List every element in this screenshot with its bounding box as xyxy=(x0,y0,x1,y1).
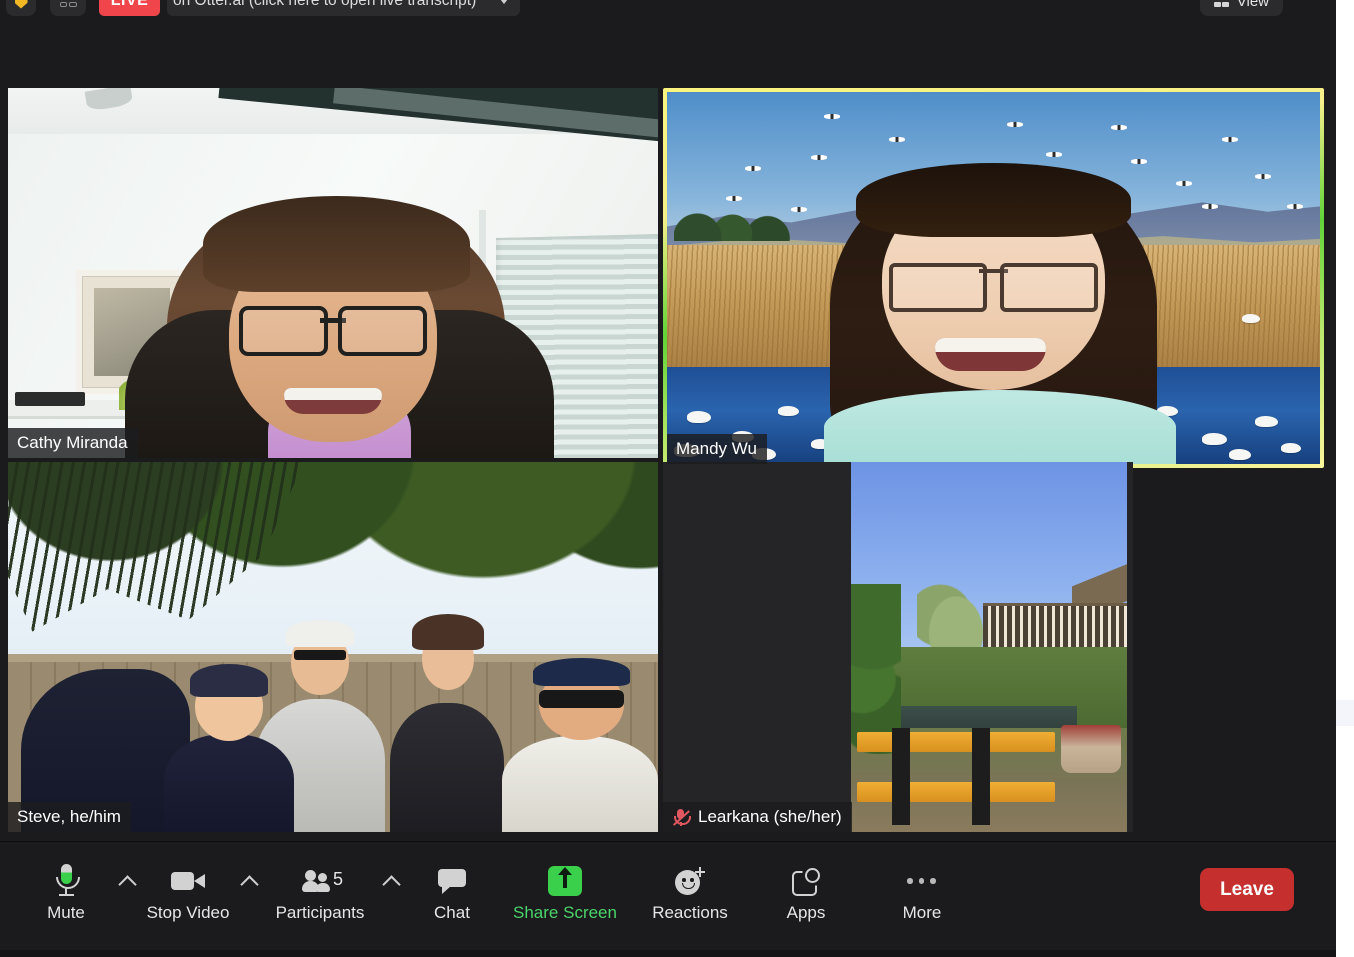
participants-button-label: Participants xyxy=(275,903,365,922)
zoom-meeting-window: LIVE on Otter.ai (click here to open liv… xyxy=(0,0,1336,957)
video-scene-snow-geese xyxy=(667,92,1320,464)
participant-name-badge: Cathy Miranda xyxy=(8,428,138,458)
reactions-button-label: Reactions xyxy=(652,903,728,922)
chat-button-label: Chat xyxy=(434,903,470,922)
participant-name: Cathy Miranda xyxy=(17,433,128,452)
participant-name: Learkana (she/her) xyxy=(698,807,842,826)
shield-glyph xyxy=(14,0,28,9)
mute-button-label: Mute xyxy=(47,903,85,922)
video-gallery: Cathy Miranda Mandy Wu Steve, he/him Lea… xyxy=(0,40,1336,842)
microphone-muted-icon xyxy=(672,808,691,827)
audio-settings-chevron-up-icon[interactable] xyxy=(112,852,142,940)
leave-meeting-button[interactable]: Leave xyxy=(1200,868,1294,911)
share-screen-icon xyxy=(548,862,582,900)
layout-grid-icon[interactable] xyxy=(50,0,86,16)
participant-tile-learkana[interactable]: Learkana (she/her) xyxy=(663,462,1133,832)
apps-icon xyxy=(792,862,820,900)
participant-name: Mandy Wu xyxy=(676,439,757,458)
emoji-plus-icon xyxy=(675,862,705,900)
speech-bubble-icon xyxy=(438,862,466,900)
participant-tile-cathy-miranda[interactable]: Cathy Miranda xyxy=(8,88,658,458)
encryption-shield-icon[interactable] xyxy=(6,0,36,16)
video-scene-office xyxy=(8,88,658,458)
video-scene-backyard xyxy=(8,462,658,832)
otter-transcript-bar[interactable]: on Otter.ai (click here to open live tra… xyxy=(167,0,521,16)
background-window-strip xyxy=(1336,0,1354,957)
grid-glyph xyxy=(59,0,77,7)
participant-name-badge: Steve, he/him xyxy=(8,802,131,832)
grid-icon xyxy=(1213,0,1229,7)
participants-button[interactable]: 5 Participants xyxy=(264,852,376,940)
share-screen-button[interactable]: Share Screen xyxy=(498,852,632,940)
participant-name-badge: Learkana (she/her) xyxy=(663,802,852,832)
reactions-button[interactable]: Reactions xyxy=(632,852,748,940)
video-scene-garden xyxy=(663,462,1133,832)
participant-video-feed xyxy=(8,462,658,832)
more-button-label: More xyxy=(902,903,942,922)
meeting-control-bar: Mute Stop Video 5 Participants Chat Shar… xyxy=(0,841,1336,957)
participant-video-feed xyxy=(8,88,658,458)
window-bottom-edge xyxy=(0,950,1336,957)
video-settings-chevron-up-icon[interactable] xyxy=(234,852,264,940)
chat-button[interactable]: Chat xyxy=(406,852,498,940)
participants-count: 5 xyxy=(333,869,344,889)
participant-tile-steve[interactable]: Steve, he/him xyxy=(8,462,658,832)
ellipsis-icon xyxy=(907,862,937,900)
transcript-label: on Otter.ai (click here to open live tra… xyxy=(173,0,477,9)
apps-button[interactable]: Apps xyxy=(748,852,864,940)
participant-video-feed xyxy=(663,462,1133,832)
background-window-band xyxy=(1336,700,1354,726)
control-bar-left-group: Mute Stop Video 5 Participants Chat Shar… xyxy=(20,852,980,938)
live-transcript-badge[interactable]: LIVE xyxy=(99,0,160,16)
video-camera-icon xyxy=(171,862,205,900)
chevron-down-icon[interactable] xyxy=(500,0,509,4)
portrait-video-inner xyxy=(851,462,1127,832)
stop-video-button[interactable]: Stop Video xyxy=(142,852,234,940)
apps-button-label: Apps xyxy=(786,903,826,922)
participant-tile-mandy-wu[interactable]: Mandy Wu xyxy=(663,88,1324,468)
participants-chevron-up-icon[interactable] xyxy=(376,852,406,940)
more-button[interactable]: More xyxy=(864,852,980,940)
view-button-label: View xyxy=(1236,0,1269,10)
share-screen-button-label: Share Screen xyxy=(513,903,617,922)
participant-name: Steve, he/him xyxy=(17,807,121,826)
participant-name-badge: Mandy Wu xyxy=(667,434,767,464)
participant-video-feed xyxy=(667,92,1320,464)
mute-button[interactable]: Mute xyxy=(20,852,112,940)
stop-video-button-label: Stop Video xyxy=(146,903,230,922)
people-icon: 5 xyxy=(302,862,343,900)
view-button[interactable]: View xyxy=(1199,0,1283,16)
meeting-top-bar: LIVE on Otter.ai (click here to open liv… xyxy=(0,0,1336,20)
microphone-icon xyxy=(55,862,80,900)
